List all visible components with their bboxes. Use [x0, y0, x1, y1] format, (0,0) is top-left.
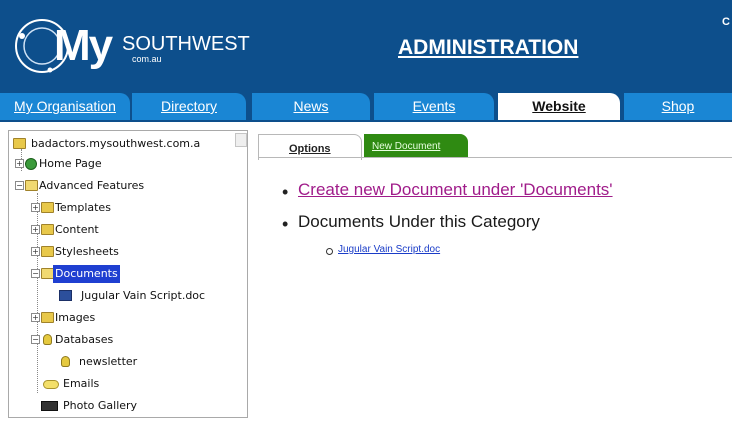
nav-tab-label: Events [412, 98, 456, 114]
tree-item-templates[interactable]: + Templates [31, 199, 231, 217]
globe-icon [25, 158, 37, 170]
bullet-dot: • [282, 214, 289, 234]
tree-item-emails[interactable]: Emails [31, 375, 231, 393]
collapse-minus-icon[interactable]: − [31, 335, 40, 344]
expand-plus-icon[interactable]: + [31, 225, 40, 234]
tree-item-advanced-features[interactable]: − Advanced Features [15, 177, 235, 195]
tree-item-label: newsletter [79, 355, 138, 368]
tree-item-content[interactable]: + Content [31, 221, 231, 239]
nav-tab-label: Directory [160, 98, 217, 114]
expand-plus-icon[interactable]: + [15, 159, 24, 168]
tree-item-label: Images [55, 311, 96, 324]
tree-item-images[interactable]: + Images [31, 309, 231, 327]
tree-item-label: Emails [63, 377, 100, 390]
logo-my-text: My [54, 21, 113, 70]
tree-item-label: Photo Gallery [63, 399, 138, 412]
folder-icon [13, 138, 26, 149]
nav-tab-events[interactable]: Events [374, 93, 494, 120]
tabs-divider [258, 157, 732, 158]
nav-tab-shop[interactable]: Shop [624, 93, 732, 120]
database-icon [61, 356, 70, 367]
expand-plus-icon[interactable]: + [31, 247, 40, 256]
camera-icon [41, 401, 58, 411]
tree-item-label: Advanced Features [39, 179, 145, 192]
bullet-dot: • [282, 182, 289, 202]
tree-item-newsletter[interactable]: newsletter [51, 353, 231, 371]
circle-bullet-icon [326, 248, 333, 255]
tree-item-documents[interactable]: − Documents [31, 265, 231, 283]
corner-text: C [722, 16, 730, 28]
main-nav: My Organisation Directory News Events We… [0, 90, 732, 122]
collapse-minus-icon[interactable]: − [15, 181, 24, 190]
nav-tab-label: News [293, 98, 329, 114]
create-document-link[interactable]: Create new Document under 'Documents' [298, 180, 613, 200]
document-link-jugular-vain-script[interactable]: Jugular Vain Script.doc [338, 244, 440, 255]
folder-icon [41, 202, 54, 213]
database-icon [43, 334, 52, 345]
tree-root[interactable]: badactors.mysouthwest.com.a [13, 135, 243, 153]
nav-tab-label: Website [532, 98, 586, 114]
tree-item-label: Content [55, 223, 99, 236]
expand-plus-icon[interactable]: + [31, 203, 40, 212]
document-icon [59, 290, 72, 301]
folder-icon [41, 246, 54, 257]
folder-icon [41, 224, 54, 235]
tree-item-label: Stylesheets [55, 245, 119, 258]
page-title[interactable]: ADMINISTRATION [398, 36, 578, 60]
nav-tab-label: My Organisation [14, 98, 116, 114]
content-tabs: Options New Document [258, 130, 732, 160]
tab-options-label: Options [289, 143, 331, 155]
tree-item-label: Templates [55, 201, 111, 214]
header-banner: My SOUTHWEST com.au ADMINISTRATION C [0, 0, 732, 90]
collapse-minus-icon[interactable]: − [31, 269, 40, 278]
nav-tab-label: Shop [661, 98, 695, 114]
tree-item-databases[interactable]: − Databases [31, 331, 231, 349]
tree-item-stylesheets[interactable]: + Stylesheets [31, 243, 231, 261]
email-icon [43, 380, 59, 389]
tree-item-label: Home Page [39, 157, 102, 170]
tree-item-photo-gallery[interactable]: Photo Gallery [31, 397, 231, 415]
tree-root-label: badactors.mysouthwest.com.a [31, 137, 201, 150]
nav-tab-news[interactable]: News [252, 93, 370, 120]
folder-icon [41, 312, 54, 323]
nav-tab-my-organisation[interactable]: My Organisation [0, 93, 130, 120]
tree-item-label: Jugular Vain Script.doc [81, 289, 206, 302]
tree-item-jugular-vain-script[interactable]: Jugular Vain Script.doc [51, 287, 241, 305]
tree-item-home-page[interactable]: + Home Page [15, 155, 235, 173]
folder-open-icon [25, 180, 38, 191]
nav-tab-directory[interactable]: Directory [132, 93, 246, 120]
document-content: • Create new Document under 'Documents' … [282, 176, 732, 276]
expand-plus-icon[interactable]: + [31, 313, 40, 322]
tree-item-label-selected: Documents [53, 265, 120, 283]
tab-new-document-label: New Document [372, 141, 441, 152]
mysouthwest-logo[interactable]: My SOUTHWEST com.au [10, 14, 250, 78]
logo-domain-text: com.au [132, 54, 162, 64]
documents-heading: Documents Under this Category [298, 212, 540, 231]
site-tree-panel[interactable]: badactors.mysouthwest.com.a + Home Page … [8, 130, 248, 418]
tab-new-document[interactable]: New Document [364, 134, 468, 158]
tree-item-label: Databases [55, 333, 114, 346]
logo-southwest-text: SOUTHWEST [122, 33, 250, 55]
nav-tab-website[interactable]: Website [498, 93, 620, 120]
